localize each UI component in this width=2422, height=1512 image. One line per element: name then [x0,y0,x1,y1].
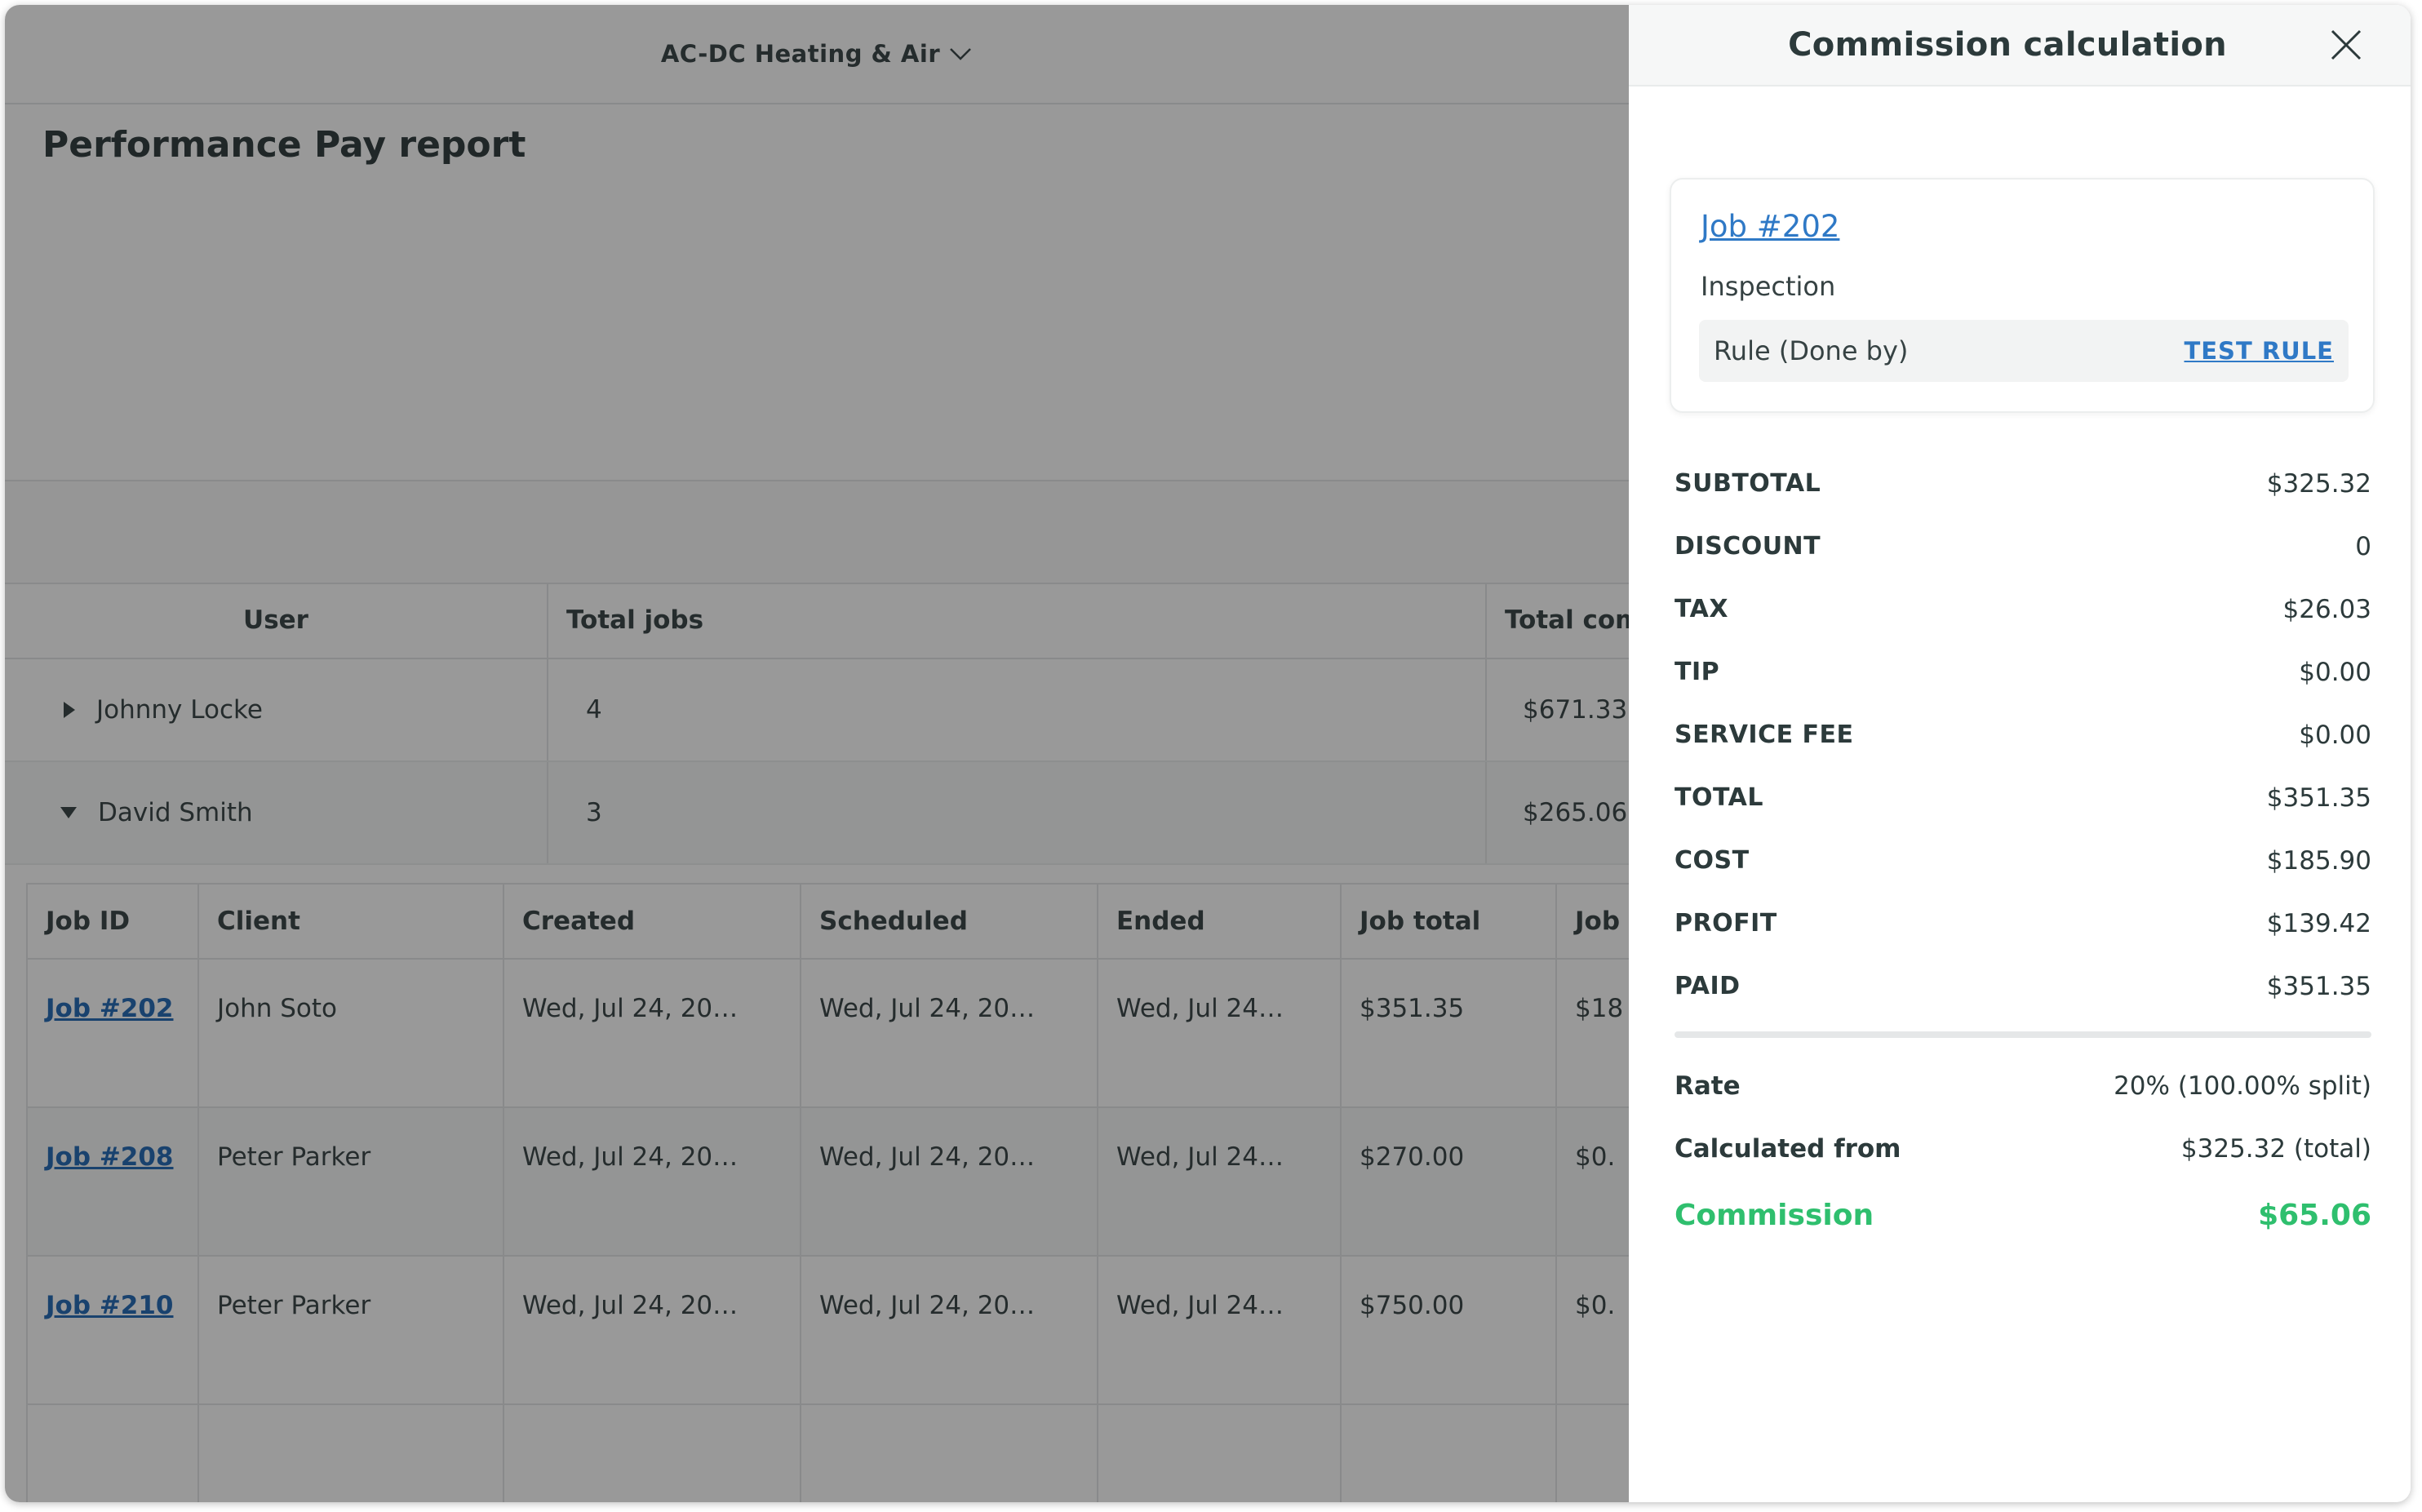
summary-value: $185.90 [2266,845,2371,876]
report-page: AC-DC Heating & Air Performance Pay repo… [5,5,1630,1502]
modal-overlay[interactable] [5,5,1629,1502]
commission-label: Commission [1675,1198,1874,1232]
job-link[interactable]: Job #202 [1701,209,1839,244]
summary-label: PROFIT [1675,909,1777,938]
summary-value: $351.35 [2266,783,2371,813]
summary-row-subtotal: SUBTOTAL $325.32 [1675,452,2371,515]
rate-list: Rate 20% (100.00% split) Calculated from… [1675,1054,2371,1250]
summary-row-cost: COST $185.90 [1675,829,2371,892]
rate-row: Rate 20% (100.00% split) [1675,1054,2371,1117]
rate-value: 20% (100.00% split) [2114,1071,2371,1101]
test-rule-link[interactable]: TEST RULE [2184,337,2334,365]
commission-drawer: Commission calculation Job #202 Inspecti… [1629,5,2411,1502]
job-card: Job #202 Inspection Rule (Done by) TEST … [1670,178,2375,413]
summary-row-total: TOTAL $351.35 [1675,766,2371,829]
summary-label: COST [1675,846,1750,875]
summary-row-tip: TIP $0.00 [1675,641,2371,703]
divider [1675,1031,2371,1038]
app-window: AC-DC Heating & Air Performance Pay repo… [5,5,2411,1502]
summary-label: DISCOUNT [1675,532,1821,561]
summary-value: 0 [2355,531,2371,561]
summary-value: $139.42 [2266,908,2371,938]
summary-label: TIP [1675,658,1720,686]
job-type: Inspection [1701,271,1836,302]
drawer-title: Commission calculation [1788,26,2227,64]
rate-label: Rate [1675,1071,1741,1101]
summary-row-tax: TAX $26.03 [1675,578,2371,641]
close-icon[interactable] [2327,26,2365,64]
summary-row-paid: PAID $351.35 [1675,955,2371,1018]
calculated-from-value: $325.32 (total) [2180,1133,2371,1164]
commission-value: $65.06 [2258,1198,2371,1232]
summary-value: $26.03 [2282,594,2371,624]
calculated-from-label: Calculated from [1675,1133,1901,1164]
summary-row-discount: DISCOUNT 0 [1675,515,2371,578]
summary-label: TAX [1675,595,1728,623]
commission-row: Commission $65.06 [1675,1180,2371,1250]
summary-value: $325.32 [2266,468,2371,499]
summary-list: SUBTOTAL $325.32 DISCOUNT 0 TAX $26.03 T… [1675,452,2371,1018]
summary-row-service-fee: SERVICE FEE $0.00 [1675,703,2371,766]
summary-row-profit: PROFIT $139.42 [1675,892,2371,955]
rule-box: Rule (Done by) TEST RULE [1699,320,2349,382]
summary-label: SERVICE FEE [1675,721,1854,749]
rule-label: Rule (Done by) [1714,335,1909,366]
summary-label: TOTAL [1675,783,1763,812]
summary-value: $0.00 [2299,720,2371,750]
summary-label: PAID [1675,972,1741,1000]
drawer-header: Commission calculation [1629,5,2411,86]
calculated-from-row: Calculated from $325.32 (total) [1675,1117,2371,1180]
summary-value: $0.00 [2299,657,2371,687]
summary-label: SUBTOTAL [1675,469,1821,498]
summary-value: $351.35 [2266,971,2371,1001]
